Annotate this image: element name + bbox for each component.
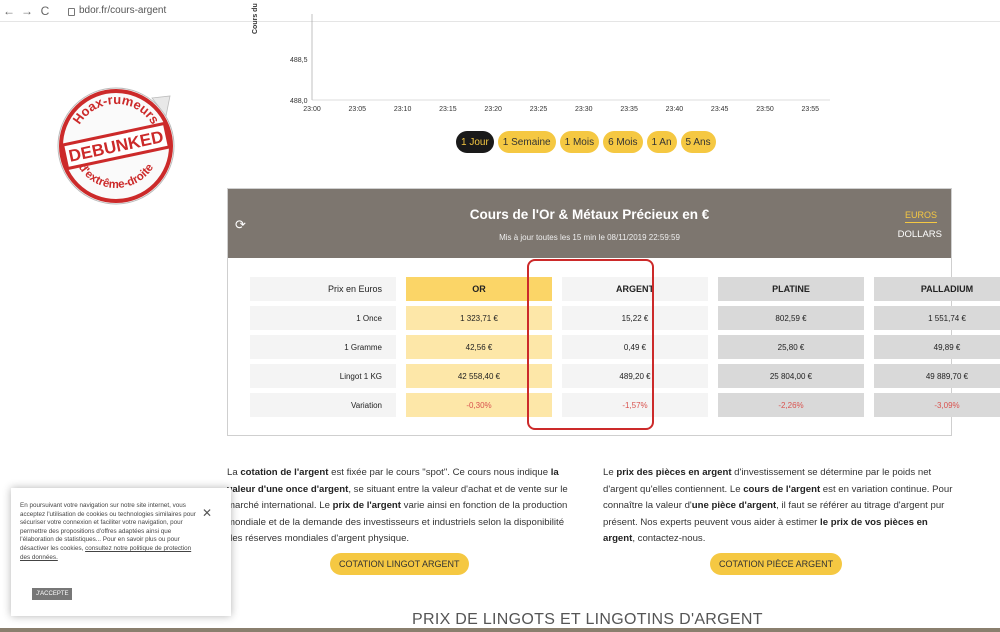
period-selector: 1 Jour 1 Semaine 1 Mois 6 Mois 1 An 5 An… — [456, 131, 716, 153]
chart-x-tick-label: 23:35 — [620, 106, 638, 113]
chart-x-tick-label: 23:05 — [349, 106, 367, 113]
row-label: 1 Gramme — [250, 335, 396, 359]
chart-x-tick-label: 23:55 — [802, 106, 820, 113]
period-button-5-ans[interactable]: 5 Ans — [680, 131, 716, 153]
currency-dollars-tab[interactable]: DOLLARS — [898, 229, 942, 240]
price-chart: 488,5 488,0 23:00 23:05 23:10 23:15 23:20 23:25… — [250, 3, 840, 124]
period-button-1-semaine[interactable]: 1 Semaine — [497, 131, 556, 153]
chart-y-tick-label: 488,5 — [290, 57, 308, 64]
header-prix-en-euros: Prix en Euros — [250, 277, 396, 301]
table-title: Cours de l'Or & Métaux Précieux en € — [469, 207, 710, 222]
row-label: 1 Once — [250, 306, 396, 330]
table-subtitle: Mis à jour toutes les 15 min le 08/11/20… — [499, 233, 680, 242]
cotation-lingot-argent-button[interactable]: COTATION LINGOT ARGENT — [330, 553, 469, 575]
back-icon[interactable]: ← — [0, 4, 18, 18]
cell-palladium: 49 889,70 € — [874, 364, 1000, 388]
chart-x-tick-label: 23:10 — [394, 106, 412, 113]
section-title: PRIX DE LINGOTS ET LINGOTINS D'ARGENT — [412, 611, 763, 628]
row-label: Variation — [250, 393, 396, 417]
chart-x-tick-label: 23:45 — [711, 106, 729, 113]
cotation-piece-argent-button[interactable]: COTATION PIÈCE ARGENT — [710, 553, 843, 575]
lock-icon — [68, 7, 75, 16]
period-button-6-mois[interactable]: 6 Mois — [603, 131, 643, 153]
cell-platine: 802,59 € — [718, 306, 864, 330]
address-bar[interactable]: bdor.fr/cours-argent — [68, 5, 166, 16]
chart-x-tick-label: 23:50 — [756, 106, 774, 113]
period-button-1-an[interactable]: 1 An — [646, 131, 677, 153]
chart-x-tick-label: 23:15 — [439, 106, 457, 113]
chart-canvas: 488,5 488,023:00 23:05 23:10 23:15 23:20 23:25… — [290, 14, 830, 113]
cell-palladium: -3,09% — [874, 393, 1000, 417]
chart-x-tick-label: 23:25 — [530, 106, 548, 113]
forward-icon[interactable]: → — [18, 4, 36, 18]
argent-cotation-paragraph: La cotation de l'argent est fixée par le… — [227, 467, 568, 544]
pieces-argent-paragraph: Le prix des pièces en argent d'investiss… — [603, 467, 953, 544]
chart-x-tick-label: 23:40 — [666, 106, 684, 113]
reload-icon[interactable]: C — [36, 4, 54, 18]
period-button-1-jour[interactable]: 1 Jour — [456, 131, 494, 153]
debunked-sticker: Hoax-rumeurs DEBUNKED d'extrême-droite — [52, 82, 180, 210]
chart-x-tick-label: 23:20 — [484, 106, 502, 113]
currency-euros-tab[interactable]: EUROS — [904, 210, 937, 223]
chart-x-tick-label: 23:30 — [575, 106, 593, 113]
bottom-image-strip — [0, 628, 1000, 632]
cell-palladium: 49,89 € — [874, 335, 1000, 359]
cell-platine: 25 804,00 € — [718, 364, 864, 388]
cookie-text: En poursuivant votre navigation sur notr… — [20, 502, 196, 561]
row-label: Lingot 1 KG — [250, 364, 396, 388]
url-text: bdor.fr/cours-argent — [79, 5, 167, 16]
sticker-icon: Hoax-rumeurs DEBUNKED d'extrême-droite — [57, 87, 175, 205]
period-button-1-mois[interactable]: 1 Mois — [559, 131, 600, 153]
cookie-banner: En poursuivant votre navigation sur notr… — [11, 488, 231, 616]
table-header-bar: ⟳ Cours de l'Or & Métaux Précieux en € M… — [228, 189, 951, 258]
chart-y-axis-label: Cours du — [252, 3, 259, 34]
chart-x-tick-label: 23:00 — [303, 106, 321, 113]
chart-y-tick-label: 488,0 — [290, 98, 308, 105]
cell-palladium: 1 551,74 € — [874, 306, 1000, 330]
cell-platine: 25,80 € — [718, 335, 864, 359]
page: ← → C bdor.fr/cours-argent 488,5 488,0 23:… — [0, 0, 1000, 632]
cell-platine: -2,26% — [718, 393, 864, 417]
accept-cookies-button[interactable]: J'ACCEPTE — [32, 588, 73, 600]
header-platine: PLATINE — [718, 277, 864, 301]
argent-column-highlight — [527, 259, 654, 430]
close-icon[interactable]: ✕ — [202, 506, 212, 520]
header-palladium: PALLADIUM — [874, 277, 1000, 301]
